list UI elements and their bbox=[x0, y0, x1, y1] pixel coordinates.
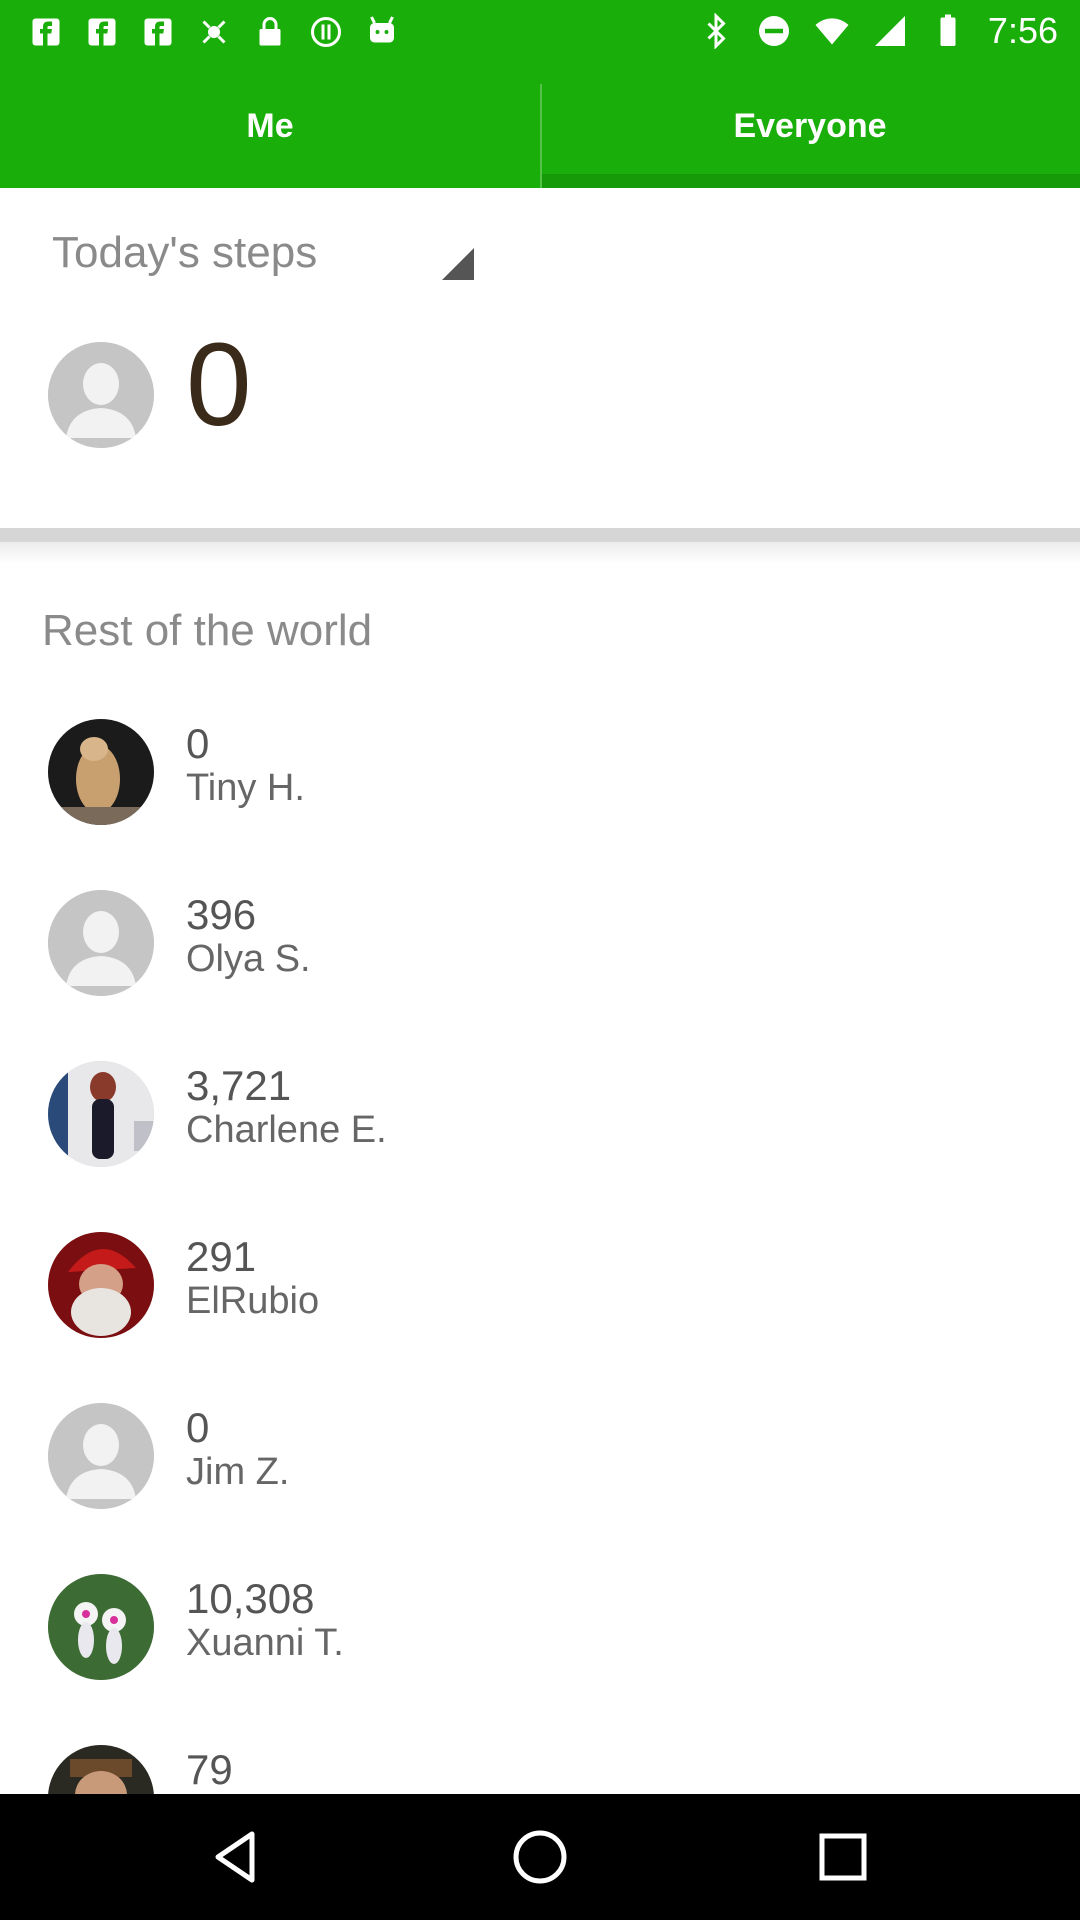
status-right-icons: 7:56 bbox=[698, 10, 1058, 52]
list-item-steps: 291 bbox=[186, 1233, 257, 1280]
list-item[interactable]: 0 Jim Z. bbox=[0, 1403, 1080, 1574]
avatar bbox=[48, 1232, 154, 1338]
list-item-name: ElRubio bbox=[186, 1280, 320, 1322]
avatar bbox=[48, 1745, 154, 1794]
photo-dog-avatar bbox=[48, 719, 154, 825]
photo-man-avatar bbox=[48, 1745, 154, 1794]
dropdown-arrow-icon[interactable] bbox=[442, 248, 474, 280]
circle-info-icon bbox=[311, 17, 341, 47]
list-item[interactable]: 291 ElRubio bbox=[0, 1232, 1080, 1403]
list-item-steps: 396 bbox=[186, 891, 257, 938]
list-item[interactable]: 396 Olya S. bbox=[0, 890, 1080, 1061]
fake-gps-icon bbox=[202, 20, 226, 44]
rest-of-world-title: Rest of the world bbox=[42, 606, 373, 655]
list-item-steps: 10,308 bbox=[186, 1575, 315, 1622]
list-item-steps: 3,721 bbox=[186, 1062, 292, 1109]
section-divider bbox=[0, 528, 1080, 542]
tab-selected-indicator bbox=[542, 174, 1080, 188]
tab-me[interactable]: Me bbox=[0, 64, 540, 188]
photo-woman-avatar bbox=[48, 1061, 154, 1167]
battery-icon bbox=[940, 14, 956, 46]
list-item[interactable]: 79 bbox=[0, 1745, 1080, 1794]
fb-icon bbox=[144, 18, 172, 46]
list-item-steps: 0 bbox=[186, 720, 210, 767]
avatar bbox=[48, 1574, 154, 1680]
list-item-name: Olya S. bbox=[186, 938, 311, 980]
tab-everyone[interactable]: Everyone bbox=[540, 64, 1080, 188]
default-avatar-icon bbox=[48, 342, 154, 448]
list-item[interactable]: 0 Tiny H. bbox=[0, 719, 1080, 890]
default-avatar-icon bbox=[48, 890, 154, 996]
home-icon[interactable] bbox=[505, 1822, 575, 1892]
back-icon[interactable] bbox=[200, 1822, 270, 1892]
avatar bbox=[48, 719, 154, 825]
recent-apps-icon[interactable] bbox=[808, 1822, 878, 1892]
signal-icon bbox=[874, 16, 905, 46]
list-item-name: Jim Z. bbox=[186, 1451, 290, 1493]
fb-icon bbox=[32, 18, 60, 46]
avatar bbox=[48, 1061, 154, 1167]
wifi-icon bbox=[815, 18, 849, 45]
list-item-steps: 79 bbox=[186, 1746, 233, 1793]
today-steps-title[interactable]: Today's steps bbox=[52, 228, 317, 278]
content-area: 7:56 Me Everyone Today's steps 0 Rest of… bbox=[0, 0, 1080, 1794]
today-steps-card: Today's steps 0 bbox=[0, 188, 1080, 528]
section-divider-shadow bbox=[0, 542, 1080, 564]
list-item-steps: 0 bbox=[186, 1404, 210, 1451]
android-icon bbox=[370, 16, 394, 43]
bluetooth-icon bbox=[707, 13, 726, 49]
list-item-name: Tiny H. bbox=[186, 767, 305, 809]
list-item-name: Charlene E. bbox=[186, 1109, 387, 1151]
avatar bbox=[48, 890, 154, 996]
fb-icon bbox=[88, 18, 116, 46]
status-left-icons bbox=[28, 14, 400, 50]
photo-santa-avatar bbox=[48, 1232, 154, 1338]
do-not-disturb-icon bbox=[758, 16, 789, 46]
status-bar: 7:56 bbox=[0, 0, 1080, 64]
my-avatar bbox=[48, 342, 154, 448]
photo-flowers-avatar bbox=[48, 1574, 154, 1680]
navigation-bar bbox=[0, 1794, 1080, 1920]
list-item[interactable]: 10,308 Xuanni T. bbox=[0, 1574, 1080, 1745]
avatar bbox=[48, 1403, 154, 1509]
tab-bar: Me Everyone bbox=[0, 64, 1080, 188]
lock-icon bbox=[259, 17, 281, 46]
status-time: 7:56 bbox=[987, 10, 1058, 51]
list-item[interactable]: 3,721 Charlene E. bbox=[0, 1061, 1080, 1232]
list-item-name: Xuanni T. bbox=[186, 1622, 344, 1664]
default-avatar-icon bbox=[48, 1403, 154, 1509]
my-steps-count: 0 bbox=[186, 319, 252, 451]
